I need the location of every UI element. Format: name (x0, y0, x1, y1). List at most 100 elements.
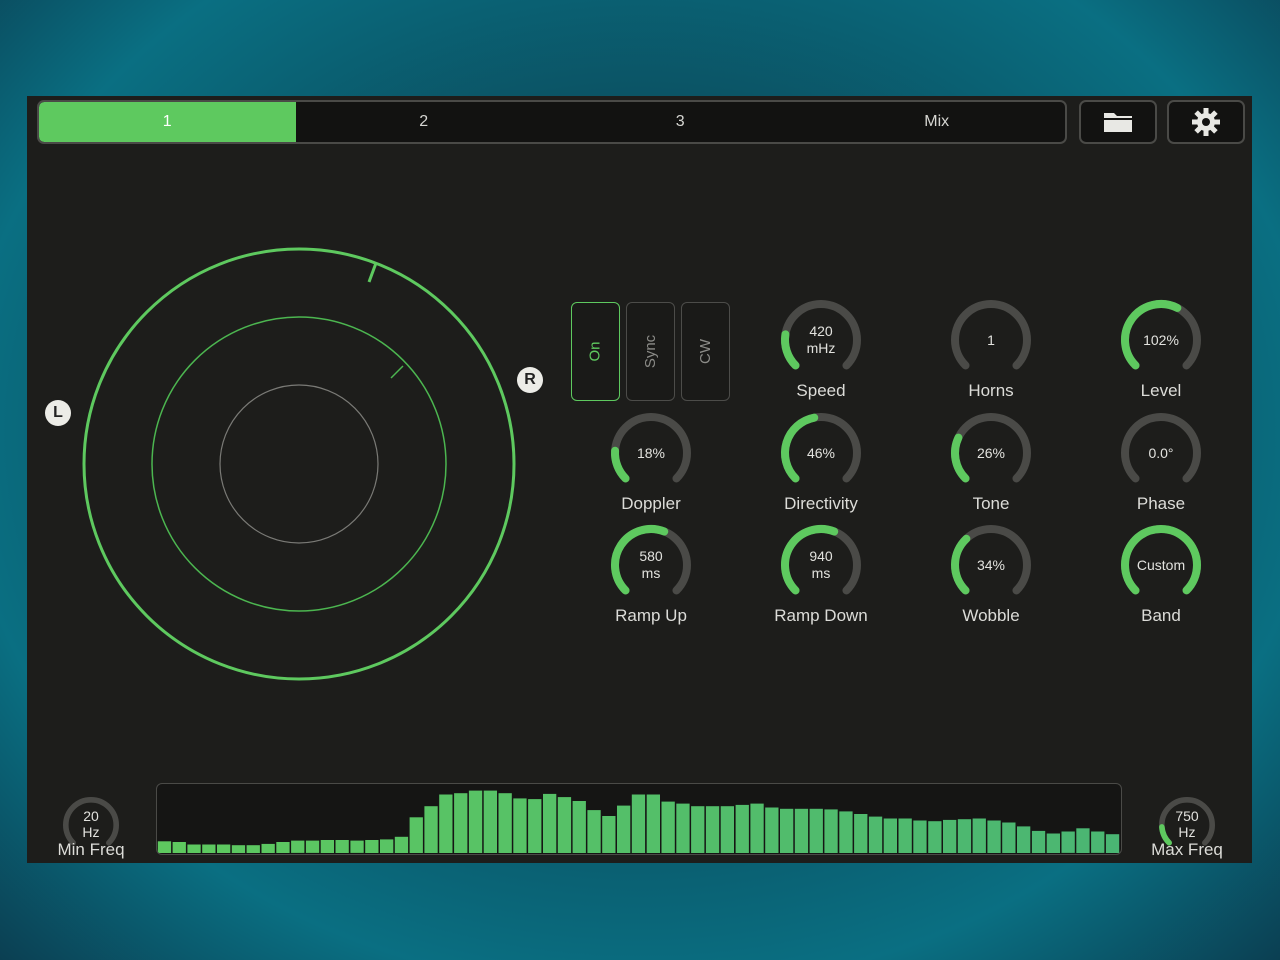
spectrum-bar (498, 793, 512, 853)
doppler-knob[interactable]: 18% Doppler (596, 410, 706, 522)
spectrum-bar (409, 817, 423, 854)
spectrum-bar (750, 803, 764, 853)
inner-rotor-marker (390, 365, 404, 379)
spectrum-bar (839, 811, 853, 853)
tone-knob[interactable]: 26% Tone (936, 410, 1046, 522)
spectrum-bar (1061, 831, 1075, 853)
spectrum-bar (1046, 833, 1060, 853)
tab-2[interactable]: 2 (296, 102, 553, 142)
level-knob[interactable]: 102% Level (1106, 297, 1216, 409)
ramp-down-label: Ramp Down (774, 606, 868, 625)
spectrum-bar (335, 840, 349, 853)
settings-button[interactable] (1167, 100, 1245, 144)
spectrum-bar (661, 801, 675, 853)
horns-label: Horns (968, 381, 1014, 400)
outer-rotor-marker (367, 262, 378, 283)
ramp-down-value: 940 ms (809, 548, 833, 581)
spectrum-bar (202, 844, 216, 853)
phase-label: Phase (1136, 494, 1186, 513)
spectrum-bar (720, 806, 734, 853)
main-panel: 1 2 3 Mix L R On Sync CW 420 mHz Speed 1… (27, 96, 1252, 863)
spectrum-bar (987, 820, 1001, 853)
left-channel-marker[interactable]: L (45, 400, 71, 426)
spectrum-bar (617, 805, 631, 853)
level-label: Level (1140, 381, 1182, 400)
ramp-up-label: Ramp Up (615, 606, 687, 625)
spectrum-bar (439, 794, 453, 853)
spectrum-bar (424, 806, 438, 853)
spectrum-bar (1091, 831, 1105, 853)
spectrum-display[interactable] (156, 783, 1122, 855)
spectrum-bar (1105, 834, 1120, 853)
spectrum-bar (187, 844, 201, 853)
spectrum-bar (913, 820, 927, 853)
horns-value: 1 (987, 331, 995, 348)
spectrum-bar (543, 793, 557, 853)
level-value: 102% (1143, 331, 1179, 348)
spectrum-bar (454, 793, 468, 853)
folder-button[interactable] (1079, 100, 1157, 144)
rotor-display[interactable] (79, 244, 519, 684)
spectrum-bar (957, 819, 972, 853)
spectrum-bar (231, 845, 246, 853)
spectrum-bar (1076, 828, 1090, 853)
spectrum-bar (824, 809, 838, 853)
spectrum-bar (943, 819, 957, 853)
sync-toggle-label: Sync (641, 334, 659, 369)
band-knob[interactable]: Custom Band (1106, 522, 1216, 634)
spectrum-bar (898, 818, 912, 853)
tone-value: 26% (976, 444, 1006, 461)
spectrum-bar (1002, 822, 1016, 853)
phase-knob[interactable]: 0.0° Phase (1106, 410, 1216, 522)
spectrum-bar (320, 840, 334, 853)
spectrum-bar (394, 836, 409, 854)
spectrum-bar (765, 807, 779, 853)
tab-bar: 1 2 3 Mix (37, 100, 1067, 144)
sync-toggle[interactable]: Sync (626, 302, 675, 401)
spectrum-bar (676, 803, 690, 853)
cw-toggle[interactable]: CW (681, 302, 730, 401)
spectrum-bar (172, 842, 186, 854)
ramp-up-knob[interactable]: 580 ms Ramp Up (596, 522, 706, 634)
spectrum-bar (380, 839, 394, 854)
spectrum-bar (735, 804, 749, 853)
tab-mix[interactable]: Mix (809, 102, 1066, 142)
horns-knob[interactable]: 1 Horns (936, 297, 1046, 409)
spectrum-bar (291, 840, 305, 853)
spectrum-bar (883, 818, 897, 853)
tab-1[interactable]: 1 (39, 102, 296, 142)
spectrum-bar (646, 794, 660, 853)
directivity-knob[interactable]: 46% Directivity (766, 410, 876, 522)
speed-value: 420 mHz (806, 323, 836, 356)
gear-icon (1192, 108, 1220, 136)
spectrum-bar (157, 841, 172, 853)
spectrum-bar (276, 842, 290, 854)
spectrum-bar (780, 808, 794, 853)
spectrum-bar (557, 797, 572, 853)
wobble-value: 34% (976, 556, 1006, 573)
spectrum-bar (528, 799, 542, 853)
min-freq-label: Min Freq (57, 840, 125, 859)
spectrum-bar (1031, 830, 1046, 853)
spectrum-bar (928, 821, 942, 853)
tab-3[interactable]: 3 (552, 102, 809, 142)
band-value: Custom (1136, 556, 1186, 573)
on-toggle-label: On (586, 341, 604, 362)
ramp-up-value: 580 ms (639, 548, 663, 581)
spectrum-bar (1017, 826, 1031, 853)
directivity-label: Directivity (784, 494, 858, 513)
directivity-value: 46% (806, 444, 836, 461)
phase-value: 0.0° (1148, 444, 1174, 461)
speed-knob[interactable]: 420 mHz Speed (766, 297, 876, 409)
wobble-knob[interactable]: 34% Wobble (936, 522, 1046, 634)
spectrum-bar (691, 806, 705, 853)
right-channel-marker[interactable]: R (517, 367, 543, 393)
spectrum-bar (350, 840, 364, 853)
wobble-label: Wobble (962, 606, 1020, 625)
tone-label: Tone (972, 494, 1010, 513)
spectrum-bar (305, 840, 320, 853)
spectrum-bar (261, 843, 275, 853)
ramp-down-knob[interactable]: 940 ms Ramp Down (766, 522, 876, 634)
spectrum-bar (602, 816, 616, 853)
on-toggle[interactable]: On (571, 302, 620, 401)
